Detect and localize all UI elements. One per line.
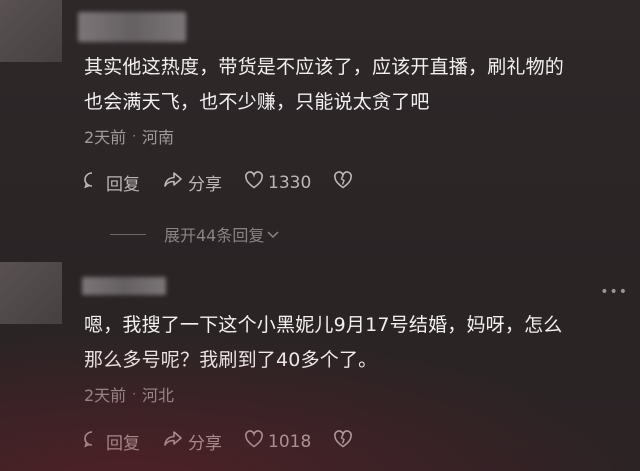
comment-time: 2天前 bbox=[84, 128, 127, 147]
comment-meta: 2天前 · 河北 bbox=[84, 382, 174, 406]
comment-text: 嗯，我搜了一下这个小黑妮儿9月17号结婚，妈呀，怎么 那么多号呢？我刷到了40多… bbox=[84, 308, 624, 378]
broken-heart-icon bbox=[333, 430, 357, 453]
chevron-down-icon bbox=[267, 225, 279, 244]
comment-line: 那么多号呢？我刷到了40多个了。 bbox=[84, 349, 378, 371]
like-count: 1018 bbox=[268, 431, 312, 452]
comment-meta: 2天前 · 河南 bbox=[84, 124, 174, 148]
comment-actions: 回复 分享 1330 bbox=[82, 170, 379, 195]
share-arrow-icon bbox=[162, 170, 188, 195]
comment-line: 嗯，我搜了一下这个小黑妮儿9月17号结婚，妈呀，怎么 bbox=[84, 314, 563, 336]
reply-label: 回复 bbox=[106, 434, 140, 454]
comment-location: 河南 bbox=[142, 128, 175, 147]
reply-button[interactable]: 回复 bbox=[82, 429, 140, 454]
expand-replies-label: 展开44条回复 bbox=[164, 226, 265, 245]
comment-text: 其实他这热度，带货是不应该了，应该开直播，刷礼物的 也会满天飞，也不少赚，只能说… bbox=[84, 50, 624, 120]
comment-bubble-icon bbox=[82, 429, 106, 454]
meta-separator: · bbox=[132, 129, 137, 143]
like-button[interactable]: 1018 bbox=[244, 430, 311, 453]
comment-location: 河北 bbox=[142, 386, 175, 405]
like-count: 1330 bbox=[268, 172, 312, 193]
comment-line: 也会满天飞，也不少赚，只能说太贪了吧 bbox=[84, 91, 430, 113]
heart-icon bbox=[244, 430, 268, 453]
share-arrow-icon bbox=[162, 429, 188, 454]
username-blurred[interactable] bbox=[78, 12, 186, 42]
like-button[interactable]: 1330 bbox=[244, 171, 311, 194]
dislike-button[interactable] bbox=[333, 171, 357, 194]
divider-line bbox=[110, 233, 146, 235]
comment-actions: 回复 分享 1018 bbox=[82, 429, 379, 454]
dislike-button[interactable] bbox=[333, 430, 357, 453]
comment-time: 2天前 bbox=[84, 386, 127, 405]
more-options-button[interactable]: ••• bbox=[600, 284, 628, 300]
comment-bubble-icon bbox=[82, 170, 106, 195]
reply-button[interactable]: 回复 bbox=[82, 170, 140, 195]
expand-replies[interactable]: 展开44条回复 bbox=[110, 222, 279, 246]
avatar[interactable] bbox=[0, 262, 62, 324]
broken-heart-icon bbox=[333, 171, 357, 194]
username-blurred[interactable] bbox=[82, 277, 166, 295]
share-label: 分享 bbox=[188, 175, 222, 195]
heart-icon bbox=[244, 171, 268, 194]
avatar[interactable] bbox=[0, 0, 62, 62]
meta-separator: · bbox=[132, 387, 137, 401]
reply-label: 回复 bbox=[106, 175, 140, 195]
share-button[interactable]: 分享 bbox=[162, 429, 222, 454]
share-button[interactable]: 分享 bbox=[162, 170, 222, 195]
share-label: 分享 bbox=[188, 434, 222, 454]
comment-feed: 其实他这热度，带货是不应该了，应该开直播，刷礼物的 也会满天飞，也不少赚，只能说… bbox=[0, 0, 640, 471]
comment-line: 其实他这热度，带货是不应该了，应该开直播，刷礼物的 bbox=[84, 56, 565, 78]
